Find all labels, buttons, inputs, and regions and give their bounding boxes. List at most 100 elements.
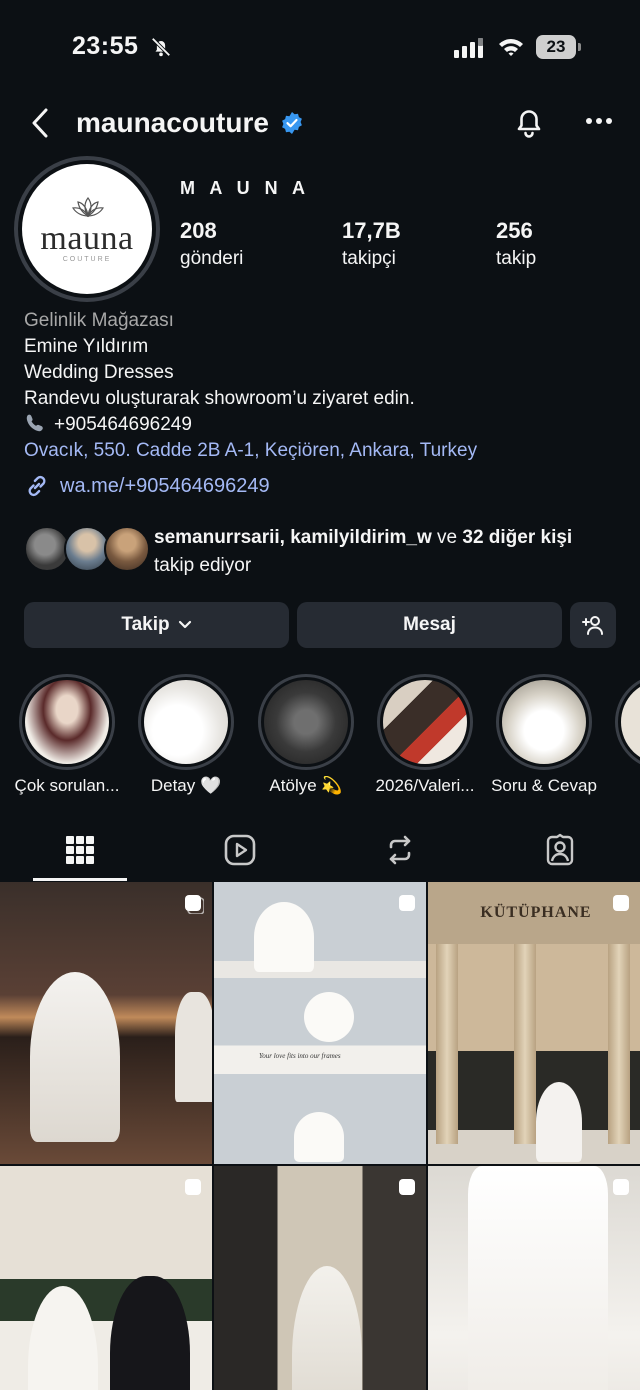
post-thumbnail[interactable] <box>0 882 212 1164</box>
more-options-icon[interactable] <box>584 116 614 126</box>
highlight-cover <box>144 680 228 764</box>
highlight-cover <box>383 680 467 764</box>
battery-indicator: 23 <box>536 35 582 59</box>
stat-posts[interactable]: 208 gönderi <box>180 218 243 270</box>
link-icon <box>28 475 46 497</box>
bio-phone-row: +905464696249 <box>24 412 624 438</box>
follow-button[interactable]: Takip <box>24 602 289 648</box>
profile-header: maunacouture <box>0 96 640 152</box>
dress-detail <box>468 1166 608 1390</box>
highlight-cover <box>25 680 109 764</box>
highlight-ring <box>377 674 473 770</box>
highlight-label: Detay 🤍 <box>150 776 222 795</box>
bio-line-tagline: Wedding Dresses <box>24 362 174 383</box>
profile-bio: Gelinlik Mağazası Emine Yıldırım Wedding… <box>24 308 624 464</box>
highlight-item[interactable]: Atölye 💫 <box>256 674 356 796</box>
add-user-icon <box>582 616 603 635</box>
mutual-followers-text[interactable]: semanurrsarii, kamilyildirim_w ve 32 diğ… <box>154 524 624 580</box>
lotus-logo-icon <box>72 197 104 218</box>
post-thumbnail[interactable]: KÜTÜPHANE <box>428 882 640 1164</box>
tab-posts[interactable] <box>16 818 144 882</box>
bio-line-name: Emine Yıldırım <box>24 336 149 357</box>
highlight-item[interactable]: Çok sorulan... <box>15 674 119 796</box>
groom-figure <box>110 1276 190 1390</box>
bio-phone[interactable]: +905464696249 <box>54 414 192 435</box>
post-grid: Your love fits into our frames KÜTÜPHANE <box>0 882 640 1390</box>
highlight-cover <box>502 680 586 764</box>
carousel-icon <box>185 895 204 914</box>
tab-reels[interactable] <box>176 818 304 882</box>
wifi-icon <box>499 39 523 56</box>
bride-figure <box>254 902 314 972</box>
highlight-label: Atölye 💫 <box>269 776 343 795</box>
bio-link[interactable]: wa.me/+905464696249 <box>24 472 270 500</box>
status-bar: 23:55 23 <box>0 0 640 96</box>
highlight-ring <box>258 674 354 770</box>
carousel-icon <box>613 1179 629 1195</box>
repost-icon <box>389 835 411 865</box>
bride-figure <box>30 972 120 1142</box>
back-arrow-icon[interactable] <box>28 106 52 140</box>
bride-figure <box>28 1286 98 1390</box>
post-thumbnail[interactable]: Your love fits into our frames <box>214 882 426 1164</box>
carousel-icon <box>399 895 415 911</box>
following-label: takip <box>496 248 537 269</box>
mutual-names: semanurrsarii, kamilyildirim_w <box>154 527 432 548</box>
story-highlights: Çok sorulan... Detay 🤍 Atölye 💫 2026/Val… <box>0 674 640 804</box>
tab-reposts[interactable] <box>336 818 464 882</box>
highlight-item[interactable]: Detay 🤍 <box>136 674 236 796</box>
stat-followers[interactable]: 17,7B takipçi <box>342 218 401 270</box>
bio-category: Gelinlik Mağazası <box>24 310 174 331</box>
battery-level: 23 <box>536 35 576 59</box>
highlight-ring <box>138 674 234 770</box>
reels-icon <box>224 834 256 866</box>
couple-figure <box>304 992 354 1042</box>
bio-line-appointment: Randevu oluşturarak showroom’u ziyaret e… <box>24 388 415 409</box>
profile-avatar[interactable]: mauna COUTURE <box>14 156 160 302</box>
cellular-signal-icon <box>454 38 483 58</box>
bride-figure <box>536 1082 582 1162</box>
message-button[interactable]: Mesaj <box>297 602 562 648</box>
stat-following[interactable]: 256 takip <box>496 218 536 270</box>
active-tab-indicator <box>33 878 127 881</box>
profile-tabs <box>0 818 640 882</box>
tab-tagged[interactable] <box>496 818 624 882</box>
avatar-brand-text: mauna <box>40 220 134 257</box>
highlight-label: Soru & Cevap <box>491 776 597 795</box>
avatar-brand-subtext: COUTURE <box>62 256 112 263</box>
highlight-ring <box>615 674 640 770</box>
following-count: 256 <box>496 218 533 243</box>
post-thumbnail[interactable] <box>214 1166 426 1390</box>
profile-username: maunacouture <box>76 107 269 138</box>
column-shape <box>608 944 630 1144</box>
battery-tip <box>578 43 581 51</box>
bio-address[interactable]: Ovacık, 550. Cadde 2B A-1, Keçiören, Ank… <box>24 438 624 464</box>
post-thumbnail[interactable] <box>428 1166 640 1390</box>
couple-figure <box>294 1112 344 1162</box>
highlight-item[interactable]: Soru & Cevap <box>491 674 597 796</box>
highlight-cover <box>621 680 640 764</box>
profile-display-name: M A U N A <box>180 178 310 198</box>
mutual-followers-avatars[interactable] <box>24 526 150 574</box>
carousel-icon <box>399 1179 415 1195</box>
column-shape <box>514 944 536 1144</box>
highlight-item[interactable]: 2026/Valeri... <box>375 674 475 796</box>
follow-button-label: Takip <box>121 614 170 635</box>
tagged-person-icon <box>546 833 574 866</box>
highlight-item[interactable] <box>613 674 640 776</box>
highlight-label: 2026/Valeri... <box>375 776 475 795</box>
notification-bell-icon[interactable] <box>512 104 546 140</box>
suggested-users-button[interactable] <box>570 602 616 648</box>
post-caption-overlay: Your love fits into our frames <box>259 1052 341 1060</box>
bio-link-text[interactable]: wa.me/+905464696249 <box>60 475 270 498</box>
highlight-ring <box>496 674 592 770</box>
status-time: 23:55 <box>72 32 139 60</box>
building-sign: KÜTÜPHANE <box>480 904 592 921</box>
highlight-label: Çok sorulan... <box>14 776 120 795</box>
telephone-icon <box>26 414 43 432</box>
carousel-icon <box>185 1179 201 1195</box>
highlight-cover <box>264 680 348 764</box>
bride-reflection <box>175 992 212 1102</box>
post-thumbnail[interactable] <box>0 1166 212 1390</box>
avatar-logo: mauna COUTURE <box>22 164 152 294</box>
